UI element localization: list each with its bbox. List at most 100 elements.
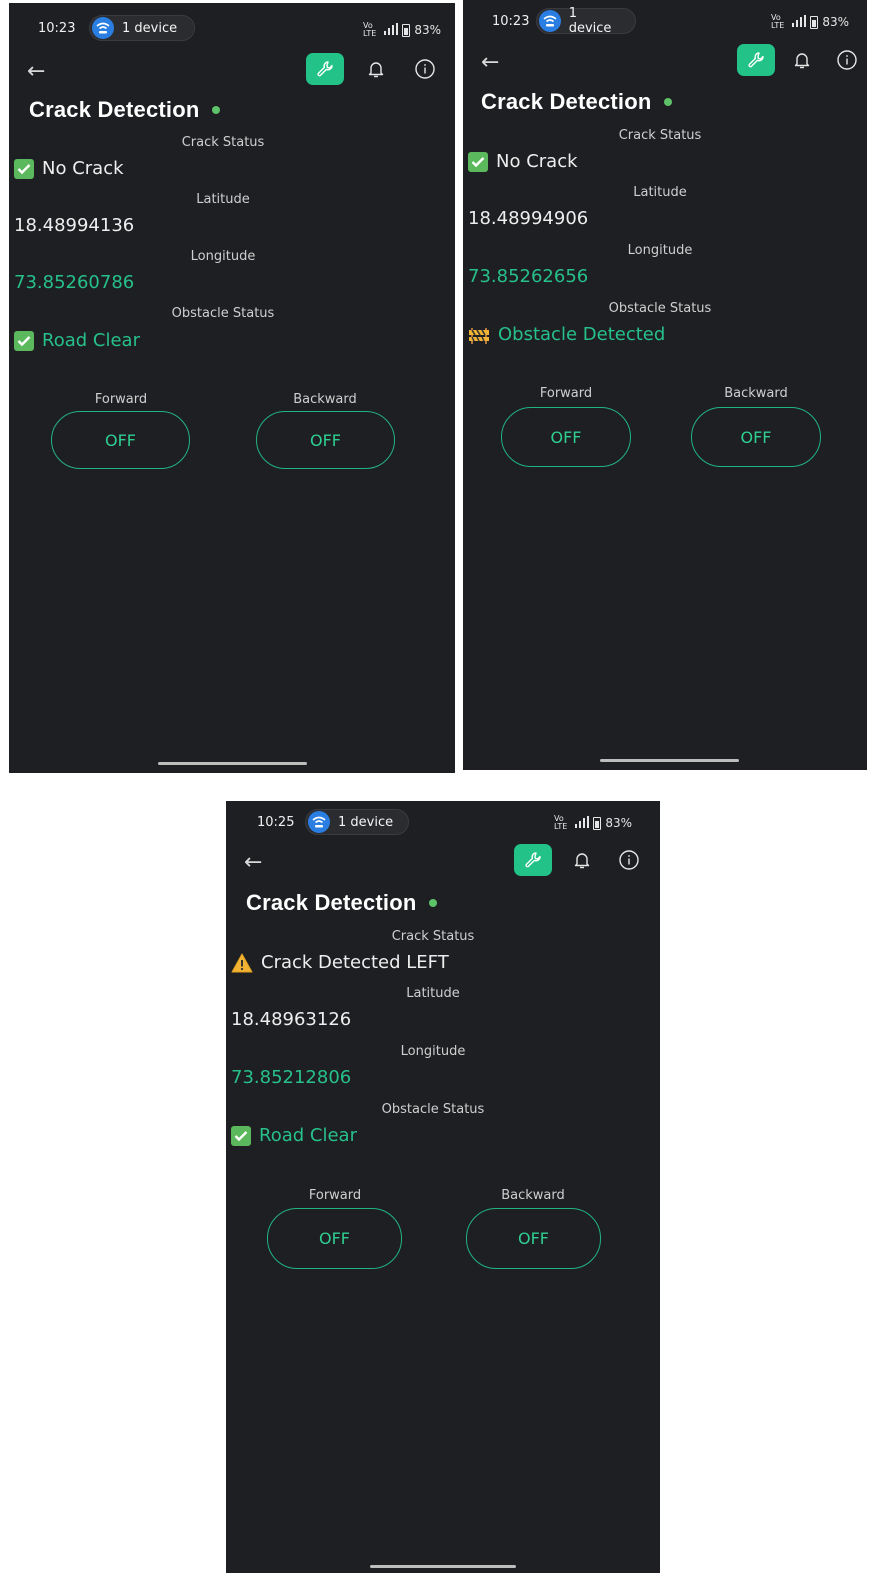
back-arrow-icon[interactable]: ←: [481, 50, 499, 75]
crack-status-value: No Crack: [468, 151, 578, 172]
page-title-row: Crack Detection: [481, 89, 672, 115]
battery-icon: [593, 816, 602, 830]
check-icon: [14, 330, 34, 351]
obstacle-status-value: Obstacle Detected: [468, 324, 665, 345]
device-pill[interactable]: 1 device: [89, 15, 195, 41]
info-icon[interactable]: [414, 58, 436, 80]
longitude-value: 73.85262656: [468, 266, 589, 287]
crack-status-label: Crack Status: [181, 135, 265, 150]
obstacle-status-label: Obstacle Status: [171, 306, 275, 321]
obstacle-status-text: Road Clear: [259, 1125, 357, 1146]
page-title: Crack Detection: [246, 890, 417, 915]
back-arrow-icon[interactable]: ←: [27, 59, 45, 84]
clock: 10:25: [257, 815, 295, 830]
latitude-label: Latitude: [196, 192, 250, 207]
toolbar: ←: [226, 844, 660, 880]
longitude-value: 73.85260786: [14, 272, 135, 293]
forward-label: Forward: [308, 1188, 362, 1203]
bell-icon[interactable]: [365, 58, 387, 80]
page-title: Crack Detection: [29, 97, 200, 122]
signal-icon: [571, 815, 590, 831]
phone-screen-2: 10:23 1 device Vo LTE 83% ← Crack Detect…: [463, 0, 867, 770]
signal-icon: [380, 22, 399, 38]
device-hub-icon: [308, 811, 330, 833]
obstacle-status-text: Obstacle Detected: [498, 324, 666, 345]
longitude-label: Longitude: [400, 1044, 466, 1059]
check-icon: [14, 158, 34, 179]
device-pill-label: 1 device: [122, 20, 178, 36]
battery-percent: 83%: [822, 15, 849, 29]
home-indicator[interactable]: [370, 1565, 516, 1568]
wrench-icon[interactable]: [306, 53, 344, 85]
device-pill[interactable]: 1 device: [536, 6, 636, 36]
forward-button[interactable]: OFF: [501, 407, 631, 467]
system-indicators: Vo LTE 83%: [554, 815, 632, 831]
back-arrow-icon[interactable]: ←: [244, 850, 262, 875]
phone-screen-3: 10:25 1 device Vo LTE 83% ← Crack Detect…: [226, 801, 660, 1573]
online-status-dot: [428, 899, 437, 907]
toolbar: ←: [9, 53, 455, 89]
obstacle-status-text: Road Clear: [42, 330, 140, 351]
backward-label: Backward: [724, 386, 788, 401]
longitude-label: Longitude: [627, 243, 693, 258]
device-pill-label: 1 device: [568, 6, 612, 36]
obstacle-status-value: Road Clear: [231, 1125, 357, 1146]
check-icon: [231, 1125, 251, 1146]
battery-icon: [402, 23, 411, 37]
backward-button[interactable]: OFF: [256, 411, 395, 469]
system-indicators: Vo LTE 83%: [363, 22, 441, 38]
device-hub-icon: [539, 10, 561, 32]
crack-status-label: Crack Status: [391, 929, 475, 944]
home-indicator[interactable]: [600, 759, 739, 762]
clock: 10:23: [38, 21, 76, 36]
forward-button[interactable]: OFF: [51, 411, 190, 469]
wrench-icon[interactable]: [514, 844, 552, 876]
home-indicator[interactable]: [158, 762, 307, 765]
crack-status-text: No Crack: [496, 151, 578, 172]
bell-icon[interactable]: [571, 849, 593, 871]
forward-label: Forward: [539, 386, 593, 401]
info-icon[interactable]: [836, 49, 858, 71]
wrench-icon[interactable]: [737, 44, 775, 76]
system-indicators: Vo LTE 83%: [771, 14, 849, 30]
backward-button[interactable]: OFF: [466, 1208, 601, 1269]
volte-icon: Vo LTE: [554, 814, 568, 831]
clock: 10:23: [492, 14, 530, 29]
page-title: Crack Detection: [481, 89, 652, 114]
crack-status-text: Crack Detected LEFT: [261, 952, 449, 973]
volte-icon: Vo LTE: [771, 13, 785, 30]
device-pill[interactable]: 1 device: [305, 809, 409, 835]
backward-label: Backward: [293, 392, 357, 407]
online-status-dot: [211, 106, 220, 114]
volte-icon: Vo LTE: [363, 21, 377, 38]
forward-button[interactable]: OFF: [267, 1208, 402, 1269]
crack-status-value: No Crack: [14, 158, 124, 179]
battery-icon: [810, 15, 819, 29]
phone-screen-1: 10:23 1 device Vo LTE 83% ← Crack Detect…: [9, 3, 455, 773]
crack-status-value: Crack Detected LEFT: [231, 952, 449, 973]
online-status-dot: [663, 98, 672, 106]
latitude-value: 18.48994136: [14, 215, 135, 236]
backward-button[interactable]: OFF: [691, 407, 821, 467]
info-icon[interactable]: [618, 849, 640, 871]
battery-percent: 83%: [414, 23, 441, 37]
latitude-value: 18.48994906: [468, 208, 589, 229]
page-title-row: Crack Detection: [246, 890, 437, 916]
signal-icon: [788, 14, 807, 30]
longitude-label: Longitude: [190, 249, 256, 264]
page-title-row: Crack Detection: [29, 97, 220, 123]
status-bar: 10:23 1 device Vo LTE 83%: [9, 3, 455, 55]
construction-barrier-icon: [468, 325, 490, 345]
toolbar: ←: [463, 44, 867, 80]
latitude-value: 18.48963126: [231, 1009, 352, 1030]
longitude-value: 73.85212806: [231, 1067, 352, 1088]
check-icon: [468, 151, 488, 172]
backward-label: Backward: [501, 1188, 565, 1203]
warning-icon: [231, 953, 253, 973]
bell-icon[interactable]: [791, 49, 813, 71]
crack-status-label: Crack Status: [618, 128, 702, 143]
device-pill-label: 1 device: [338, 814, 394, 830]
obstacle-status-value: Road Clear: [14, 330, 140, 351]
crack-status-text: No Crack: [42, 158, 124, 179]
battery-percent: 83%: [605, 816, 632, 830]
